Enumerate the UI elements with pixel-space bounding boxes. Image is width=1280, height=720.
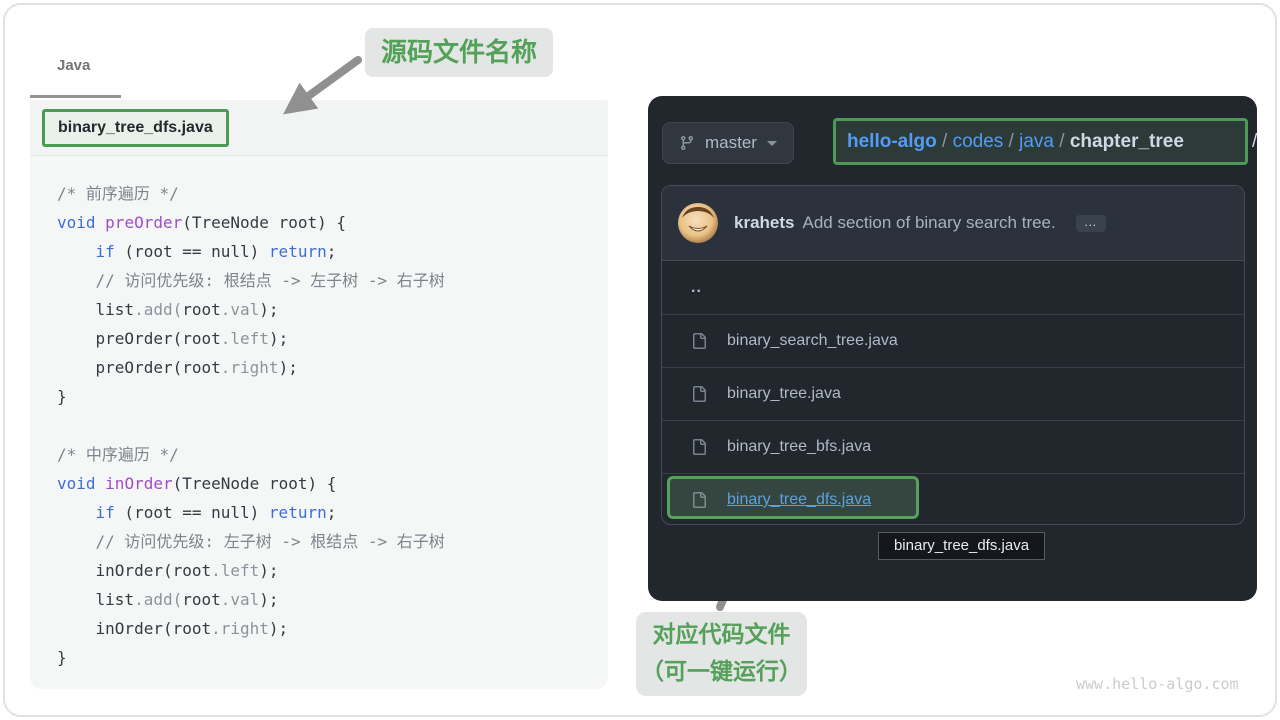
breadcrumb-segment-codes[interactable]: codes bbox=[953, 131, 1004, 153]
git-branch-icon bbox=[679, 135, 695, 151]
annotation-code-file-line1: 对应代码文件 bbox=[636, 616, 807, 653]
file-name[interactable]: binary_tree_bfs.java bbox=[727, 438, 871, 456]
file-list: .. binary_search_tree.java binary_tree.jav… bbox=[662, 261, 1244, 526]
branch-label: master bbox=[705, 133, 757, 153]
breadcrumb-separator: / bbox=[1003, 131, 1019, 153]
annotation-code-file-line2: （可一键运行） bbox=[636, 653, 807, 690]
code-block: /* 前序遍历 */ void preOrder(TreeNode root) … bbox=[30, 157, 453, 672]
file-browser-box: krahets Add section of binary search tre… bbox=[661, 185, 1245, 525]
file-tooltip: binary_tree_dfs.java bbox=[878, 532, 1045, 560]
commit-author[interactable]: krahets bbox=[734, 213, 794, 233]
tab-active-indicator bbox=[30, 95, 121, 98]
repo-browser-panel: master hello-algo / codes / java / chapt… bbox=[648, 96, 1257, 601]
annotation-source-filename: 源码文件名称 bbox=[365, 28, 553, 77]
file-row[interactable]: binary_tree_dfs.java bbox=[662, 473, 1244, 526]
source-filename-highlight: binary_tree_dfs.java bbox=[42, 109, 229, 147]
code-header: binary_tree_dfs.java bbox=[30, 100, 608, 156]
breadcrumb: hello-algo / codes / java / chapter_tree bbox=[833, 118, 1248, 165]
breadcrumb-separator: / bbox=[1054, 131, 1070, 153]
file-icon bbox=[691, 439, 707, 455]
breadcrumb-separator: / bbox=[937, 131, 953, 153]
breadcrumb-segment-java[interactable]: java bbox=[1019, 131, 1054, 153]
commit-message[interactable]: Add section of binary search tree. bbox=[802, 213, 1055, 233]
file-name[interactable]: binary_search_tree.java bbox=[727, 332, 898, 350]
watermark: www.hello-algo.com bbox=[1076, 675, 1239, 693]
file-name[interactable]: binary_tree.java bbox=[727, 385, 841, 403]
code-panel: binary_tree_dfs.java /* 前序遍历 */ void pre… bbox=[30, 100, 608, 689]
file-icon bbox=[691, 386, 707, 402]
latest-commit-bar: krahets Add section of binary search tre… bbox=[662, 186, 1244, 261]
breadcrumb-segment-hello-algo[interactable]: hello-algo bbox=[847, 131, 937, 153]
file-highlight-box bbox=[667, 476, 919, 519]
file-icon bbox=[691, 333, 707, 349]
commit-more-button[interactable]: … bbox=[1076, 215, 1106, 232]
avatar[interactable] bbox=[678, 203, 718, 243]
file-row[interactable]: binary_tree.java bbox=[662, 367, 1244, 420]
file-name[interactable]: .. bbox=[691, 279, 702, 297]
annotation-code-file: 对应代码文件 （可一键运行） bbox=[636, 612, 807, 696]
chevron-down-icon bbox=[767, 141, 777, 151]
tab-java[interactable]: Java bbox=[57, 57, 90, 74]
file-row[interactable]: binary_tree_bfs.java bbox=[662, 420, 1244, 473]
breadcrumb-trailing-slash: / bbox=[1252, 118, 1257, 165]
file-row[interactable]: binary_search_tree.java bbox=[662, 314, 1244, 367]
branch-selector-button[interactable]: master bbox=[662, 122, 794, 164]
parent-dir-row[interactable]: .. bbox=[662, 261, 1244, 314]
breadcrumb-segment-chapter_tree: chapter_tree bbox=[1070, 131, 1184, 153]
